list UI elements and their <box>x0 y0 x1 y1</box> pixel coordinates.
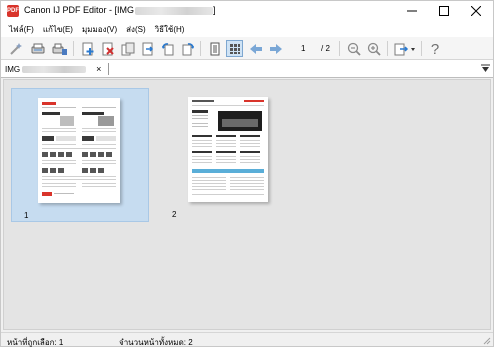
next-page-icon <box>269 43 282 54</box>
toolbar-separator <box>421 41 422 56</box>
page-view-icon <box>210 42 219 55</box>
document-tab-label: IMG <box>5 64 21 74</box>
redacted-filename <box>22 65 87 73</box>
delete-page-icon <box>102 42 114 55</box>
menu-edit[interactable]: แก้ไข(E) <box>43 23 73 36</box>
rotate-left-icon <box>161 42 173 55</box>
resize-grip-icon[interactable] <box>481 335 491 345</box>
page-preview <box>38 98 120 203</box>
page-view-button[interactable] <box>206 40 223 57</box>
export-icon <box>394 43 415 55</box>
title-bar: PDF Canon IJ PDF Editor - [IMG] <box>1 1 493 21</box>
tab-divider <box>108 63 109 75</box>
add-page-button[interactable] <box>79 40 96 57</box>
toolbar-separator <box>200 41 201 56</box>
thumbnail-view-icon <box>229 43 240 54</box>
maximize-icon <box>439 6 449 16</box>
zoom-out-icon <box>347 42 361 56</box>
close-button[interactable] <box>461 1 491 21</box>
add-page-icon <box>82 42 93 55</box>
minimize-icon <box>407 10 417 12</box>
wand-button[interactable] <box>7 40 24 57</box>
thumbnail-pane: 1 2 <box>3 79 491 330</box>
insert-page-button[interactable] <box>119 40 136 57</box>
next-page-button[interactable] <box>267 40 284 57</box>
help-icon: ? <box>430 41 438 57</box>
toolbar: 1 / 2 ? <box>1 37 493 60</box>
thumbnail-view-button[interactable] <box>226 40 243 57</box>
page-thumbnail[interactable]: 2 <box>157 88 295 222</box>
scan-button[interactable] <box>29 40 46 57</box>
total-pages-status: จำนวนหน้าทั้งหมด: 2 <box>119 338 193 347</box>
document-tab-bar: IMG × <box>1 60 493 78</box>
toolbar-separator <box>339 41 340 56</box>
redacted-filename <box>135 6 214 15</box>
window-title-suffix: ] <box>213 5 216 15</box>
toolbar-separator <box>387 41 388 56</box>
menu-send[interactable]: ส่ง(S) <box>126 23 145 36</box>
brochure-page-image <box>42 102 116 196</box>
delete-page-button[interactable] <box>99 40 116 57</box>
page-number-label: 2 <box>172 210 177 219</box>
tab-list-dropdown-icon[interactable] <box>481 64 490 73</box>
svg-text:?: ? <box>430 41 438 57</box>
tab-close-button[interactable]: × <box>96 64 101 74</box>
scan-settings-icon <box>52 43 67 55</box>
selected-pages-status: หน้าที่ถูกเลือก: 1 <box>7 338 64 347</box>
menu-file[interactable]: ไฟล์(F) <box>9 23 34 36</box>
app-window: PDF Canon IJ PDF Editor - [IMG] ไฟล์(F) … <box>0 0 494 347</box>
wand-icon <box>9 42 22 55</box>
menu-bar: ไฟล์(F) แก้ไข(E) มุมมอง(V) ส่ง(S) วิธีใช… <box>1 21 493 37</box>
document-tab[interactable]: IMG × <box>5 62 101 76</box>
scan-icon <box>31 43 44 53</box>
close-icon <box>471 6 481 16</box>
menu-help[interactable]: วิธีใช้(H) <box>155 23 185 36</box>
menu-view[interactable]: มุมมอง(V) <box>82 23 117 36</box>
maximize-button[interactable] <box>429 1 459 21</box>
zoom-in-button[interactable] <box>365 40 382 57</box>
previous-page-button[interactable] <box>247 40 264 57</box>
page-preview <box>188 97 268 202</box>
insert-page-icon <box>121 42 134 55</box>
toolbar-separator <box>73 41 74 56</box>
export-button[interactable] <box>393 40 417 57</box>
rotate-right-button[interactable] <box>179 40 196 57</box>
extract-page-button[interactable] <box>139 40 156 57</box>
previous-page-icon <box>249 43 262 54</box>
extract-page-icon <box>142 42 153 55</box>
window-title-text: Canon IJ PDF Editor - [IMG <box>24 5 135 15</box>
zoom-out-button[interactable] <box>345 40 362 57</box>
page-number-label: 1 <box>24 211 29 220</box>
minimize-button[interactable] <box>397 1 427 21</box>
specification-page-image <box>192 100 264 195</box>
current-page-number[interactable]: 1 <box>301 44 305 53</box>
rotate-right-icon <box>182 42 194 55</box>
help-button[interactable]: ? <box>426 40 443 57</box>
scan-settings-button[interactable] <box>51 40 68 57</box>
app-icon: PDF <box>7 5 19 17</box>
window-title: Canon IJ PDF Editor - [IMG] <box>24 5 216 15</box>
status-bar: หน้าที่ถูกเลือก: 1 จำนวนหน้าทั้งหมด: 2 <box>1 332 493 347</box>
zoom-in-icon <box>367 42 381 56</box>
total-page-count: / 2 <box>321 44 330 53</box>
page-thumbnail[interactable]: 1 <box>11 88 149 222</box>
rotate-left-button[interactable] <box>159 40 176 57</box>
